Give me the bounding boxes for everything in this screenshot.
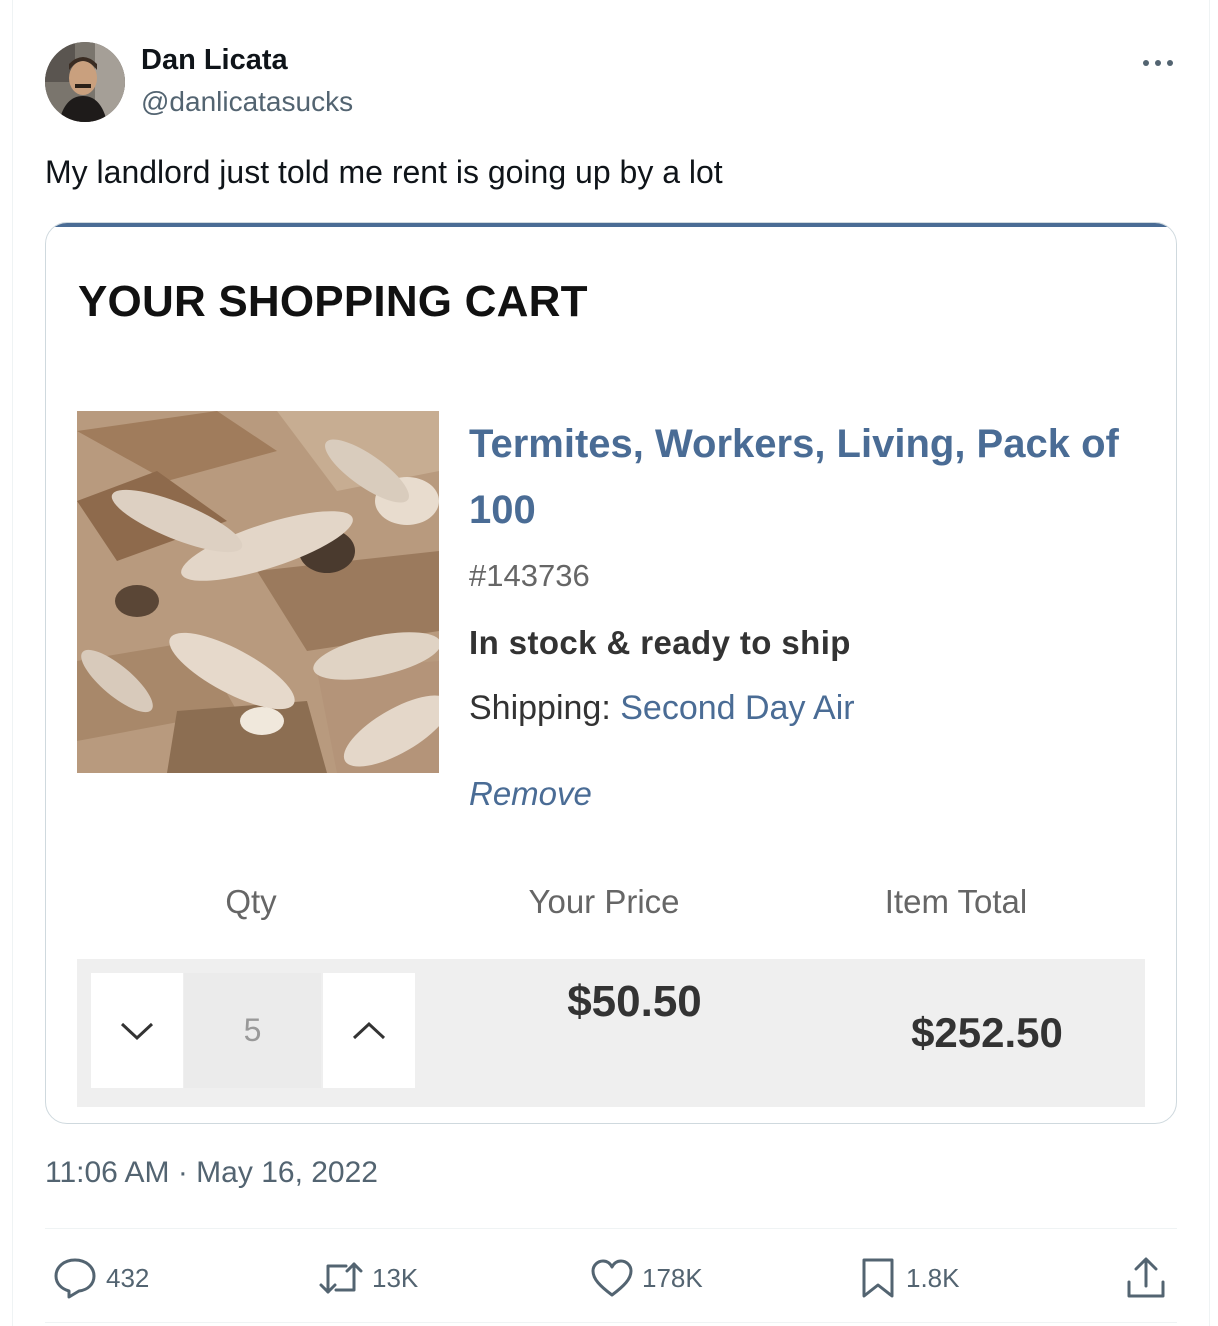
product-sku: #143736 — [469, 558, 590, 593]
quantity-value[interactable]: 5 — [184, 973, 321, 1088]
total-header: Item Total — [884, 883, 1028, 920]
increase-quantity-button[interactable] — [323, 973, 415, 1088]
shipping-method-link[interactable]: Second Day Air — [620, 689, 854, 727]
stock-status: In stock & ready to ship — [469, 624, 851, 661]
chevron-up-icon — [352, 1021, 386, 1039]
reply-icon — [54, 1258, 96, 1299]
cart-title: YOUR SHOPPING CART — [78, 277, 588, 326]
bookmark-icon — [862, 1258, 894, 1298]
product-image[interactable] — [77, 411, 439, 773]
repost-icon — [319, 1262, 363, 1294]
tweet-text: My landlord just told me rent is going u… — [45, 154, 723, 190]
item-total: $252.50 — [911, 1009, 1063, 1056]
avatar[interactable] — [45, 42, 125, 122]
attached-image[interactable]: YOUR SHOPPING CART Termites, Workers, Li… — [45, 222, 1177, 1124]
qty-header: Qty — [225, 883, 277, 920]
author-name[interactable]: Dan Licata — [141, 44, 288, 77]
quantity-row: 5 $50.50 $252.50 — [77, 959, 1145, 1107]
divider — [45, 1322, 1177, 1323]
reply-button[interactable]: 432 — [52, 1256, 149, 1300]
more-options-icon[interactable] — [1138, 48, 1178, 78]
like-count: 178K — [642, 1262, 703, 1293]
like-button[interactable]: 178K — [590, 1256, 703, 1300]
reply-count: 432 — [106, 1262, 150, 1293]
chevron-down-icon — [120, 1022, 154, 1040]
bookmark-count: 1.8K — [906, 1262, 960, 1293]
author-handle[interactable]: @danlicatasucks — [141, 86, 353, 118]
shipping-label: Shipping: — [469, 689, 621, 727]
divider — [45, 1228, 1177, 1229]
heart-icon — [591, 1259, 633, 1297]
shipping-info: Shipping: Second Day Air — [469, 689, 855, 728]
repost-button[interactable]: 13K — [318, 1256, 418, 1300]
share-icon — [1127, 1257, 1165, 1298]
price-header: Your Price — [528, 883, 680, 920]
unit-price: $50.50 — [567, 977, 702, 1026]
share-button[interactable] — [1124, 1256, 1168, 1300]
repost-count: 13K — [372, 1262, 419, 1293]
remove-link[interactable]: Remove — [469, 775, 592, 813]
product-name-link[interactable]: Termites, Workers, Living, Pack of 100 — [469, 411, 1159, 543]
decrease-quantity-button[interactable] — [91, 973, 183, 1088]
tweet-timestamp[interactable]: 11:06 AM · May 16, 2022 — [45, 1156, 378, 1190]
bookmark-button[interactable]: 1.8K — [858, 1256, 960, 1300]
card-accent-line — [46, 223, 1176, 227]
